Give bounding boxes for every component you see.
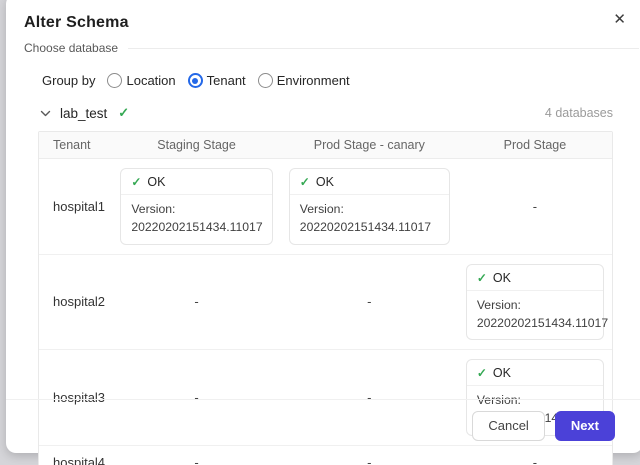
status-card-body: Version:20220202151434.11017 <box>290 195 449 244</box>
status-card-header: ✓ OK <box>467 360 603 386</box>
check-icon: ✓ <box>118 105 129 121</box>
next-button[interactable]: Next <box>555 411 615 441</box>
group-name: lab_test <box>60 106 107 121</box>
stage-cell: ✓ OK Version:20220202151434.11017 <box>281 159 458 255</box>
table-header: Tenant Staging Stage Prod Stage - canary… <box>39 132 612 159</box>
tenant-cell: hospital2 <box>39 254 112 350</box>
table-row: hospital2--✓OKVersion:20220202151434.110… <box>39 254 612 350</box>
group-by-label: Group by <box>42 73 95 88</box>
group-by-row: Group by Location Tenant Environment <box>42 73 613 88</box>
status-card-header: ✓ OK <box>467 265 603 291</box>
radio-option-location[interactable]: Location <box>107 73 175 88</box>
database-count: 4 databases <box>545 106 613 120</box>
radio-label: Environment <box>277 73 350 88</box>
column-header-staging: Staging Stage <box>112 132 280 159</box>
alter-schema-modal: Alter Schema ✕ Choose database Group by … <box>6 0 640 453</box>
status-card-header: ✓ OK <box>121 169 271 195</box>
version-label: Version: <box>477 296 593 314</box>
status-card: ✓ OK Version:20220202151434.11017 <box>466 264 604 341</box>
radio-label: Tenant <box>207 73 246 88</box>
column-header-prod: Prod Stage <box>458 132 612 159</box>
radio-unselected-icon <box>107 73 122 88</box>
status-label: OK <box>493 271 511 285</box>
status-label: OK <box>316 175 334 189</box>
close-icon[interactable]: ✕ <box>613 12 626 27</box>
subtitle-row: Choose database <box>24 41 639 55</box>
table-row: hospital1✓OKVersion:20220202151434.11017… <box>39 159 612 255</box>
modal-title: Alter Schema <box>24 14 619 32</box>
tenant-cell: hospital1 <box>39 159 112 255</box>
status-card-body: Version:20220202151434.11017 <box>467 291 603 340</box>
version-value: 20220202151434.11017 <box>131 218 261 236</box>
radio-label: Location <box>126 73 175 88</box>
version-value: 20220202151434.11017 <box>477 314 593 332</box>
screen: Alter Schema ✕ Choose database Group by … <box>0 0 640 465</box>
stage-cell: ✓ OK Version:20220202151434.11017 <box>458 254 612 350</box>
version-label: Version: <box>131 200 261 218</box>
radio-option-tenant[interactable]: Tenant <box>188 73 246 88</box>
cancel-button[interactable]: Cancel <box>472 411 544 441</box>
radio-option-environment[interactable]: Environment <box>258 73 350 88</box>
radio-unselected-icon <box>258 73 273 88</box>
column-header-canary: Prod Stage - canary <box>281 132 458 159</box>
status-card-header: ✓ OK <box>290 169 449 195</box>
radio-selected-icon <box>188 73 203 88</box>
version-label: Version: <box>300 200 439 218</box>
modal-header: Alter Schema ✕ <box>6 0 640 32</box>
stage-cell-empty: - <box>281 254 458 350</box>
status-card: ✓ OK Version:20220202151434.11017 <box>289 168 450 245</box>
group-by-radio-group: Location Tenant Environment <box>107 73 361 88</box>
stage-cell-empty: - <box>458 159 612 255</box>
modal-subtitle: Choose database <box>24 41 118 55</box>
check-icon: ✓ <box>477 366 487 380</box>
chevron-down-icon[interactable] <box>40 108 51 119</box>
check-icon: ✓ <box>300 175 310 189</box>
check-icon: ✓ <box>477 271 487 285</box>
divider <box>128 48 639 49</box>
status-card: ✓ OK Version:20220202151434.11017 <box>120 168 272 245</box>
status-label: OK <box>147 175 165 189</box>
version-value: 20220202151434.11017 <box>300 218 439 236</box>
status-label: OK <box>493 366 511 380</box>
database-group-row: lab_test ✓ 4 databases <box>40 105 613 121</box>
modal-footer: Cancel Next <box>6 399 640 453</box>
status-card-body: Version:20220202151434.11017 <box>121 195 271 244</box>
check-icon: ✓ <box>131 175 141 189</box>
stage-cell-empty: - <box>112 254 280 350</box>
stage-cell: ✓ OK Version:20220202151434.11017 <box>112 159 280 255</box>
column-header-tenant: Tenant <box>39 132 112 159</box>
